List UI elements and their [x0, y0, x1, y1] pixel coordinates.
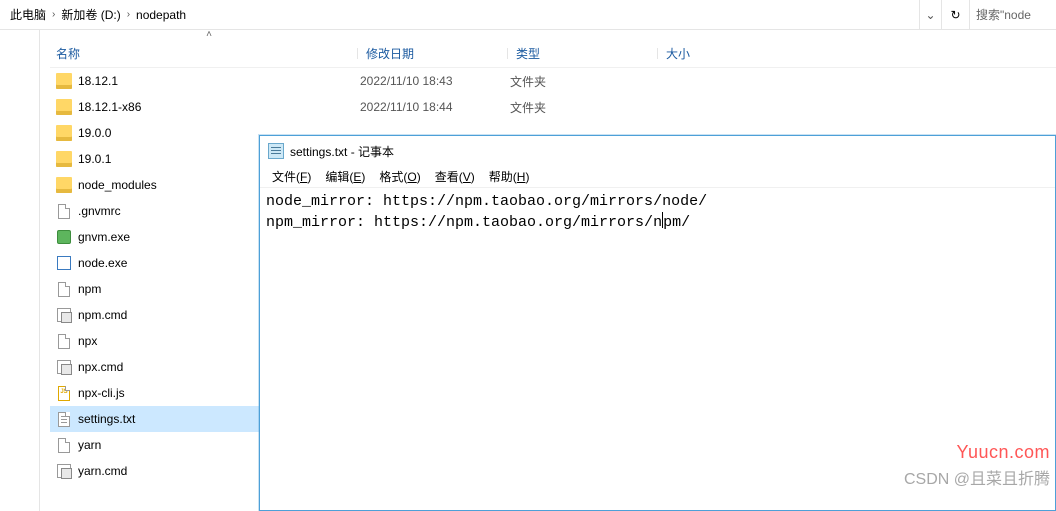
file-name: npx.cmd	[78, 360, 123, 374]
file-name: 19.0.0	[78, 126, 111, 140]
file-type: 文件夹	[510, 99, 660, 116]
file-name: yarn	[78, 438, 101, 452]
file-name: .gnvmrc	[78, 204, 121, 218]
chevron-right-icon: ›	[125, 9, 132, 20]
file-name: settings.txt	[78, 412, 135, 426]
file-icon	[58, 438, 70, 453]
breadcrumb-item[interactable]: 此电脑	[6, 6, 50, 23]
folder-icon	[56, 151, 72, 167]
watermark: CSDN @且菜且折腾	[904, 465, 1050, 489]
file-name: npx-cli.js	[78, 386, 125, 400]
column-header-type[interactable]: 类型	[514, 45, 664, 62]
breadcrumb-item[interactable]: 新加卷 (D:)	[57, 6, 124, 23]
folder-icon	[56, 99, 72, 115]
text-line: npm_mirror: https://npm.taobao.org/mirro…	[266, 214, 662, 231]
notepad-titlebar[interactable]: settings.txt - 记事本	[260, 136, 1055, 166]
cmd-file-icon	[57, 464, 71, 478]
column-header-name[interactable]: ˄ 名称	[54, 45, 364, 62]
file-type: 文件夹	[510, 73, 660, 90]
chevron-right-icon: ›	[50, 9, 57, 20]
folder-icon	[56, 73, 72, 89]
file-date: 2022/11/10 18:43	[360, 74, 510, 88]
file-name: npm.cmd	[78, 308, 127, 322]
file-row[interactable]: 18.12.1-x86 2022/11/10 18:44文件夹	[50, 94, 1056, 120]
chevron-down-icon[interactable]: ⌄	[920, 0, 942, 29]
file-date: 2022/11/10 18:44	[360, 100, 510, 114]
folder-icon	[56, 125, 72, 141]
column-header-date[interactable]: 修改日期	[364, 45, 514, 62]
menu-help[interactable]: 帮助(H)	[483, 166, 536, 187]
text-line: pm/	[663, 214, 690, 231]
folder-icon	[56, 177, 72, 193]
breadcrumb[interactable]: 此电脑 › 新加卷 (D:) › nodepath	[0, 0, 920, 29]
file-name: 18.12.1	[78, 74, 118, 88]
column-headers: ˄ 名称 修改日期 类型 大小	[50, 40, 1056, 68]
file-name: npm	[78, 282, 101, 296]
gnvm-exe-icon	[57, 230, 71, 244]
column-header-label: 名称	[56, 47, 80, 61]
breadcrumb-item[interactable]: nodepath	[132, 8, 190, 22]
notepad-title-text: settings.txt - 记事本	[290, 143, 394, 160]
watermark: Yuucn.com	[956, 442, 1050, 463]
search-input[interactable]: 搜索"node	[970, 0, 1056, 29]
menu-format[interactable]: 格式(O)	[373, 166, 426, 187]
notepad-icon	[268, 143, 284, 159]
cmd-file-icon	[57, 308, 71, 322]
notepad-text-area[interactable]: node_mirror: https://npm.taobao.org/mirr…	[260, 188, 1055, 237]
file-name: npx	[78, 334, 97, 348]
notepad-window[interactable]: settings.txt - 记事本 文件(F) 编辑(E) 格式(O) 查看(…	[259, 135, 1056, 511]
sort-asc-icon: ˄	[206, 29, 212, 40]
notepad-menubar: 文件(F) 编辑(E) 格式(O) 查看(V) 帮助(H)	[260, 166, 1055, 188]
file-icon	[58, 282, 70, 297]
file-row[interactable]: 18.12.1 2022/11/10 18:43文件夹	[50, 68, 1056, 94]
menu-view[interactable]: 查看(V)	[429, 166, 481, 187]
js-file-icon	[58, 386, 70, 401]
file-name: 19.0.1	[78, 152, 111, 166]
file-name: node_modules	[78, 178, 157, 192]
exe-file-icon	[57, 256, 71, 270]
text-line: node_mirror: https://npm.taobao.org/mirr…	[266, 193, 707, 210]
file-name: yarn.cmd	[78, 464, 127, 478]
file-name: node.exe	[78, 256, 127, 270]
file-icon	[58, 204, 70, 219]
file-icon	[58, 334, 70, 349]
file-name: 18.12.1-x86	[78, 100, 141, 114]
menu-file[interactable]: 文件(F)	[266, 166, 317, 187]
cmd-file-icon	[57, 360, 71, 374]
nav-tree-sidebar[interactable]	[0, 30, 40, 511]
text-file-icon	[58, 412, 70, 427]
refresh-button[interactable]: ↻	[942, 0, 970, 29]
column-header-size[interactable]: 大小	[664, 45, 1056, 62]
menu-edit[interactable]: 编辑(E)	[319, 166, 371, 187]
file-name: gnvm.exe	[78, 230, 130, 244]
